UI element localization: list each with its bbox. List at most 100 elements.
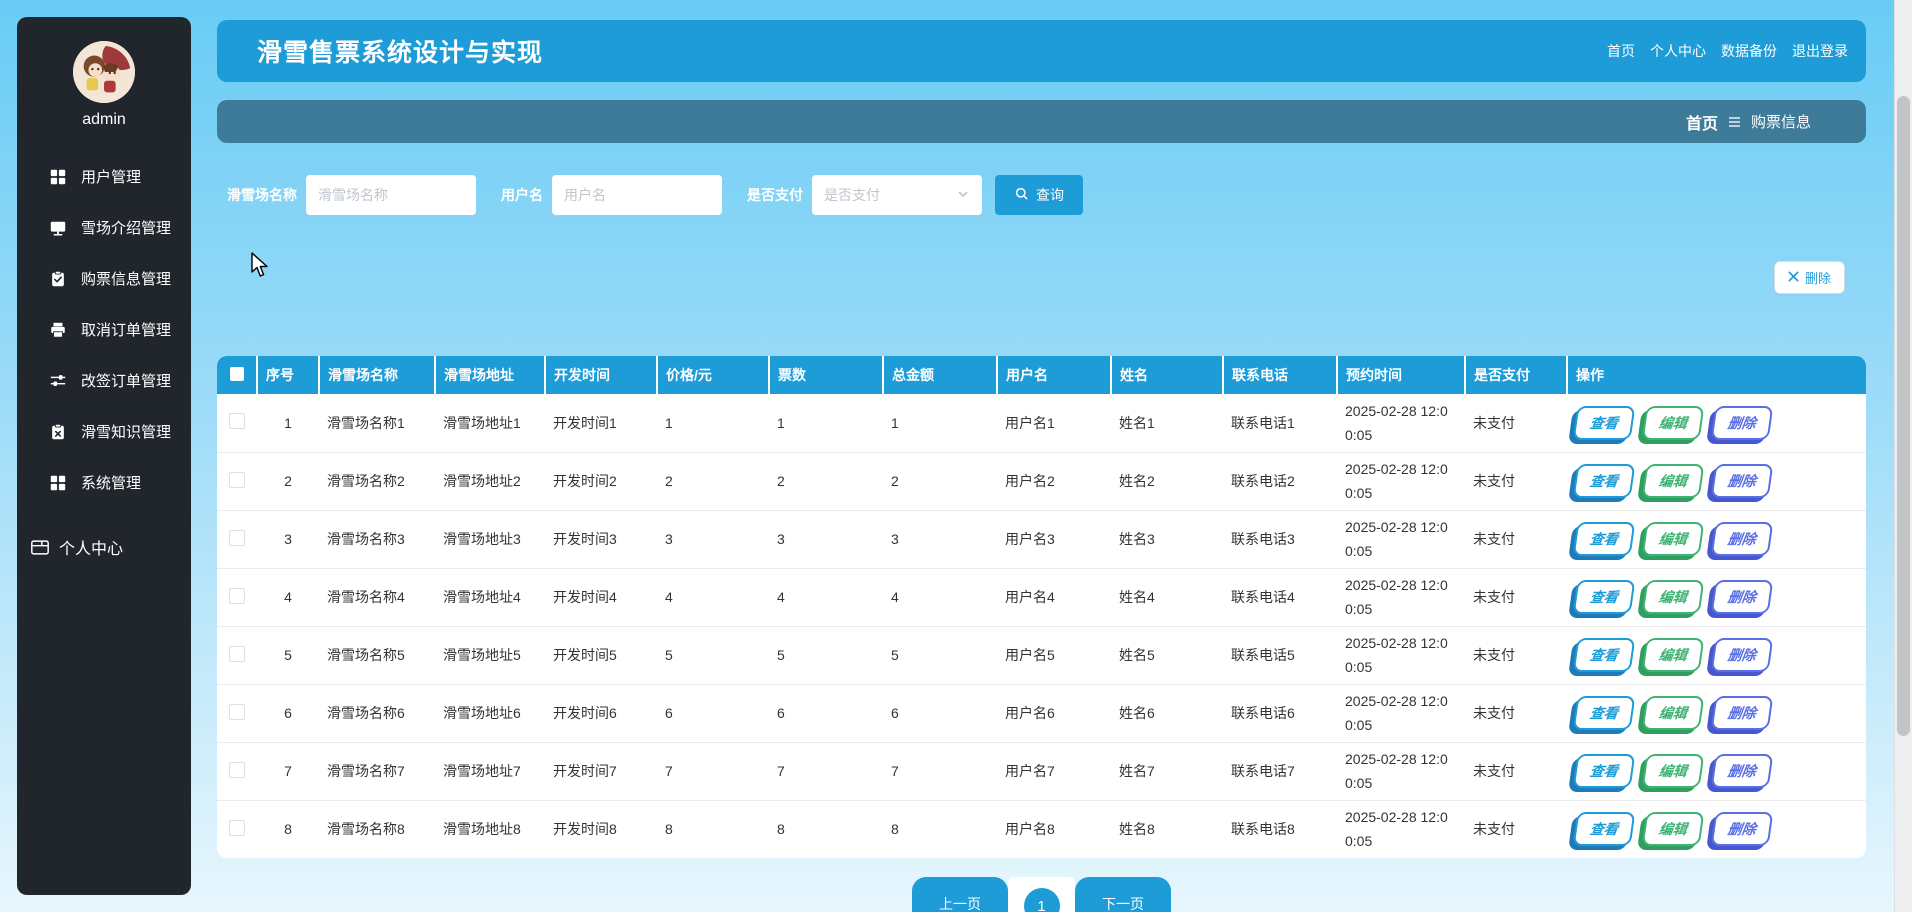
snowfield-name-input[interactable]	[306, 175, 476, 215]
cell-price: 4	[657, 568, 769, 626]
cell-total: 4	[883, 568, 997, 626]
avatar	[73, 41, 135, 103]
delete-button[interactable]: 删除	[1711, 754, 1774, 788]
cell-tickets: 2	[769, 452, 883, 510]
edit-button[interactable]: 编辑	[1642, 812, 1705, 846]
sidebar-item-1[interactable]: 雪场介绍管理	[17, 202, 191, 253]
breadcrumb-home[interactable]: 首页	[1686, 110, 1718, 134]
view-button[interactable]: 查看	[1573, 754, 1636, 788]
cell-phone: 联系电话6	[1223, 684, 1337, 742]
cell-username: 用户名2	[997, 452, 1111, 510]
grid-icon	[48, 167, 68, 187]
sidebar-item-personal[interactable]: 个人中心	[17, 520, 191, 574]
cell-index: 8	[257, 800, 319, 858]
cell-name: 滑雪场名称6	[319, 684, 435, 742]
view-button[interactable]: 查看	[1573, 406, 1636, 440]
nav-link-2[interactable]: 数据备份	[1721, 41, 1777, 61]
cell-select	[217, 568, 257, 626]
table-row: 2滑雪场名称2滑雪场地址2开发时间2222用户名2姓名2联系电话22025-02…	[217, 452, 1866, 510]
paid-select-placeholder: 是否支付	[824, 185, 880, 205]
delete-button[interactable]: 删除	[1711, 638, 1774, 672]
cell-tickets: 3	[769, 510, 883, 568]
sidebar-item-4[interactable]: 改签订单管理	[17, 355, 191, 406]
col-header-10: 预约时间	[1337, 356, 1465, 394]
view-button[interactable]: 查看	[1573, 638, 1636, 672]
cell-price: 2	[657, 452, 769, 510]
cell-actions: 查看编辑删除	[1567, 568, 1866, 626]
view-button[interactable]: 查看	[1573, 464, 1636, 498]
username-input[interactable]	[552, 175, 722, 215]
sidebar-item-0[interactable]: 用户管理	[17, 151, 191, 202]
row-checkbox[interactable]	[229, 588, 245, 604]
table-row: 5滑雪场名称5滑雪场地址5开发时间5555用户名5姓名5联系电话52025-02…	[217, 626, 1866, 684]
cell-actions: 查看编辑删除	[1567, 800, 1866, 858]
sidebar-item-label: 取消订单管理	[81, 319, 171, 340]
select-all-checkbox[interactable]	[230, 367, 244, 381]
cell-realname: 姓名2	[1111, 452, 1223, 510]
table-row: 3滑雪场名称3滑雪场地址3开发时间3333用户名3姓名3联系电话32025-02…	[217, 510, 1866, 568]
row-checkbox[interactable]	[229, 530, 245, 546]
next-page-button[interactable]: 下一页	[1075, 877, 1171, 912]
cell-price: 8	[657, 800, 769, 858]
cell-username: 用户名8	[997, 800, 1111, 858]
row-checkbox[interactable]	[229, 472, 245, 488]
edit-button[interactable]: 编辑	[1642, 406, 1705, 440]
nav-link-3[interactable]: 退出登录	[1792, 41, 1848, 61]
delete-button[interactable]: 删除	[1711, 812, 1774, 846]
row-checkbox[interactable]	[229, 762, 245, 778]
cell-open_time: 开发时间4	[545, 568, 657, 626]
edit-button[interactable]: 编辑	[1642, 580, 1705, 614]
edit-button[interactable]: 编辑	[1642, 638, 1705, 672]
paid-select[interactable]: 是否支付	[812, 175, 982, 215]
mouse-cursor	[250, 252, 272, 283]
sidebar-item-5[interactable]: 滑雪知识管理	[17, 406, 191, 457]
cell-index: 5	[257, 626, 319, 684]
cell-index: 1	[257, 394, 319, 452]
filter-label-username: 用户名	[501, 185, 543, 205]
sidebar-item-6[interactable]: 系统管理	[17, 457, 191, 508]
nav-link-0[interactable]: 首页	[1607, 41, 1635, 61]
edit-button[interactable]: 编辑	[1642, 522, 1705, 556]
cell-realname: 姓名1	[1111, 394, 1223, 452]
edit-button[interactable]: 编辑	[1642, 464, 1705, 498]
page-number[interactable]: 1	[1024, 888, 1060, 912]
delete-button[interactable]: 删除	[1711, 696, 1774, 730]
delete-button[interactable]: 删除	[1774, 261, 1845, 294]
cell-open_time: 开发时间3	[545, 510, 657, 568]
sidebar-item-2[interactable]: 购票信息管理	[17, 253, 191, 304]
view-button[interactable]: 查看	[1573, 696, 1636, 730]
pagination: 上一页 1 下一页	[217, 877, 1866, 912]
row-checkbox[interactable]	[229, 646, 245, 662]
sidebar-menu: 用户管理雪场介绍管理购票信息管理取消订单管理改签订单管理滑雪知识管理系统管理	[17, 151, 191, 508]
view-button[interactable]: 查看	[1573, 580, 1636, 614]
search-button[interactable]: 查询	[995, 175, 1083, 215]
prev-page-button[interactable]: 上一页	[912, 877, 1008, 912]
scrollbar-track[interactable]	[1894, 0, 1912, 912]
row-checkbox[interactable]	[229, 820, 245, 836]
table-row: 8滑雪场名称8滑雪场地址8开发时间8888用户名8姓名8联系电话82025-02…	[217, 800, 1866, 858]
cell-username: 用户名5	[997, 626, 1111, 684]
cell-total: 8	[883, 800, 997, 858]
scrollbar-thumb[interactable]	[1897, 96, 1910, 736]
chevron-down-icon	[956, 187, 970, 204]
view-button[interactable]: 查看	[1573, 522, 1636, 556]
view-button[interactable]: 查看	[1573, 812, 1636, 846]
edit-button[interactable]: 编辑	[1642, 754, 1705, 788]
delete-button[interactable]: 删除	[1711, 406, 1774, 440]
cell-paid: 未支付	[1465, 684, 1567, 742]
delete-button[interactable]: 删除	[1711, 580, 1774, 614]
col-header-7: 用户名	[997, 356, 1111, 394]
cell-paid: 未支付	[1465, 568, 1567, 626]
printer-icon	[48, 320, 68, 340]
col-header-5: 票数	[769, 356, 883, 394]
row-checkbox[interactable]	[229, 704, 245, 720]
nav-link-1[interactable]: 个人中心	[1650, 41, 1706, 61]
cell-total: 1	[883, 394, 997, 452]
delete-button[interactable]: 删除	[1711, 464, 1774, 498]
filter-label-paid: 是否支付	[747, 185, 803, 205]
cell-price: 7	[657, 742, 769, 800]
row-checkbox[interactable]	[229, 413, 245, 429]
sidebar-item-3[interactable]: 取消订单管理	[17, 304, 191, 355]
edit-button[interactable]: 编辑	[1642, 696, 1705, 730]
delete-button[interactable]: 删除	[1711, 522, 1774, 556]
